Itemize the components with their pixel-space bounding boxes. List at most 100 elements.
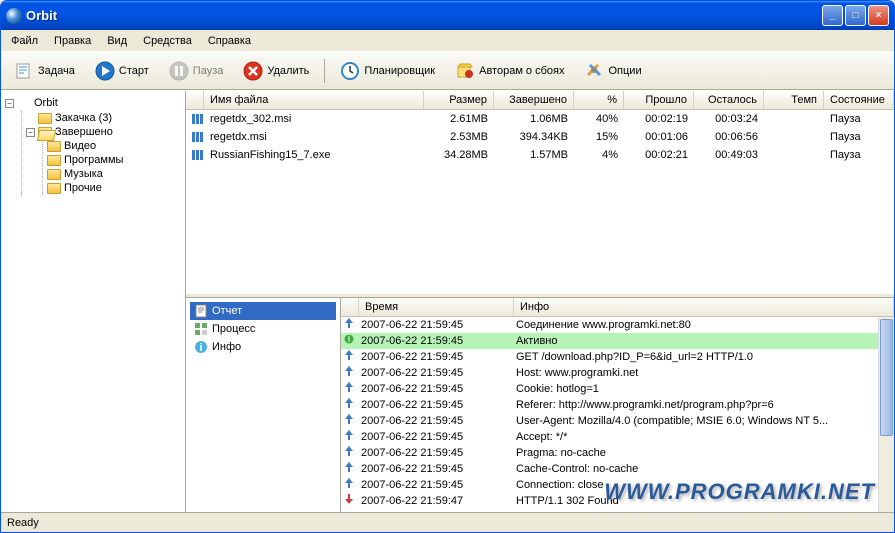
log-row[interactable]: 2007-06-22 21:59:45 GET /download.php?ID… bbox=[341, 349, 878, 365]
cell-filename: regetdx_302.msi bbox=[204, 112, 424, 126]
cell-time: 2007-06-22 21:59:45 bbox=[355, 430, 510, 444]
cell-size: 34.28MB bbox=[424, 148, 494, 162]
log-row[interactable]: 2007-06-22 21:59:45 Pragma: no-cache bbox=[341, 445, 878, 461]
log-row[interactable]: 2007-06-22 21:59:45 Cache-Control: no-ca… bbox=[341, 461, 878, 477]
menu-view[interactable]: Вид bbox=[99, 32, 135, 50]
cell-pct: 15% bbox=[574, 130, 624, 144]
collapse-icon[interactable]: − bbox=[26, 128, 35, 137]
downloads-table: Имя файла Размер Завершено % Прошло Оста… bbox=[186, 91, 894, 297]
folder-icon bbox=[47, 169, 61, 180]
tree-music[interactable]: Музыка bbox=[47, 167, 181, 181]
cell-done: 1.57MB bbox=[494, 148, 574, 162]
tab-report[interactable]: Отчет bbox=[190, 302, 336, 320]
ok-icon: i bbox=[341, 334, 355, 348]
cell-state: Пауза bbox=[824, 130, 894, 144]
tree-programs[interactable]: Программы bbox=[47, 153, 181, 167]
table-row[interactable]: regetdx_302.msi 2.61MB 1.06MB 40% 00:02:… bbox=[186, 110, 894, 128]
pause-file-icon bbox=[192, 131, 204, 143]
log-row[interactable]: 2007-06-22 21:59:45 Accept: */* bbox=[341, 429, 878, 445]
cell-time: 2007-06-22 21:59:45 bbox=[355, 414, 510, 428]
log-row[interactable]: i 2007-06-22 21:59:45 Активно bbox=[341, 333, 878, 349]
arrow-up-icon bbox=[341, 398, 355, 412]
menu-file[interactable]: Файл bbox=[3, 32, 46, 50]
col-size[interactable]: Размер bbox=[424, 91, 494, 109]
cell-time: 2007-06-22 21:59:45 bbox=[355, 366, 510, 380]
table-header: Имя файла Размер Завершено % Прошло Оста… bbox=[186, 91, 894, 110]
cell-done: 1.06MB bbox=[494, 112, 574, 126]
folder-icon bbox=[47, 183, 61, 194]
titlebar[interactable]: Orbit _ □ × bbox=[1, 1, 894, 30]
cell-info: Активно bbox=[510, 334, 878, 348]
cell-elapsed: 00:01:06 bbox=[624, 130, 694, 144]
col-state[interactable]: Состояние bbox=[824, 91, 894, 109]
col-time[interactable]: Время bbox=[359, 298, 514, 316]
menu-edit[interactable]: Правка bbox=[46, 32, 99, 50]
tree-other[interactable]: Прочие bbox=[47, 181, 181, 195]
table-row[interactable]: RussianFishing15_7.exe 34.28MB 1.57MB 4%… bbox=[186, 146, 894, 164]
menubar: Файл Правка Вид Средства Справка bbox=[1, 30, 894, 52]
tab-info[interactable]: iИнфо bbox=[190, 338, 336, 356]
scheduler-button[interactable]: Планировщик bbox=[331, 56, 444, 86]
scroll-thumb[interactable] bbox=[880, 319, 893, 436]
arrow-up-icon bbox=[341, 462, 355, 476]
start-button[interactable]: Старт bbox=[86, 56, 158, 86]
sidebar-tree[interactable]: −Orbit Закачка (3) −Завершено Видео Прог… bbox=[1, 91, 186, 512]
cell-info: Cookie: hotlog=1 bbox=[510, 382, 878, 396]
cell-info: Accept: */* bbox=[510, 430, 878, 444]
col-done[interactable]: Завершено bbox=[494, 91, 574, 109]
folder-open-icon bbox=[38, 127, 52, 138]
arrow-up-icon bbox=[341, 430, 355, 444]
tab-process[interactable]: Процесс bbox=[190, 320, 336, 338]
log-row[interactable]: 2007-06-22 21:59:45 Host: www.programki.… bbox=[341, 365, 878, 381]
cell-size: 2.61MB bbox=[424, 112, 494, 126]
app-window: Orbit _ □ × Файл Правка Вид Средства Спр… bbox=[0, 0, 895, 533]
orbit-icon bbox=[17, 96, 31, 110]
new-task-button[interactable]: Задача bbox=[5, 56, 84, 86]
log-row[interactable]: 2007-06-22 21:59:45 Cookie: hotlog=1 bbox=[341, 381, 878, 397]
log-row[interactable]: 2007-06-22 21:59:45 Соединение www.progr… bbox=[341, 317, 878, 333]
svg-text:i: i bbox=[348, 334, 350, 344]
minimize-button[interactable]: _ bbox=[822, 5, 843, 26]
cell-done: 394.34KB bbox=[494, 130, 574, 144]
cell-info: Referer: http://www.programki.net/progra… bbox=[510, 398, 878, 412]
bugreport-button[interactable]: Авторам о сбоях bbox=[446, 56, 573, 86]
cell-pct: 40% bbox=[574, 112, 624, 126]
tree-completed[interactable]: −Завершено bbox=[26, 125, 181, 139]
col-remain[interactable]: Осталось bbox=[694, 91, 764, 109]
cell-elapsed: 00:02:21 bbox=[624, 148, 694, 162]
delete-icon bbox=[243, 61, 263, 81]
col-info[interactable]: Инфо bbox=[514, 298, 894, 316]
arrow-down-icon bbox=[341, 494, 355, 508]
close-button[interactable]: × bbox=[868, 5, 889, 26]
col-elapsed[interactable]: Прошло bbox=[624, 91, 694, 109]
folder-icon bbox=[38, 113, 52, 124]
cell-info: Соединение www.programki.net:80 bbox=[510, 318, 878, 332]
log-row[interactable]: 2007-06-22 21:59:45 User-Agent: Mozilla/… bbox=[341, 413, 878, 429]
grid-icon bbox=[194, 322, 208, 336]
menu-tools[interactable]: Средства bbox=[135, 32, 200, 50]
cell-size: 2.53MB bbox=[424, 130, 494, 144]
delete-button[interactable]: Удалить bbox=[234, 56, 318, 86]
cell-filename: RussianFishing15_7.exe bbox=[204, 148, 424, 162]
tree-downloads[interactable]: Закачка (3) bbox=[26, 111, 181, 125]
tree-root[interactable]: −Orbit bbox=[5, 95, 181, 111]
col-speed[interactable]: Темп bbox=[764, 91, 824, 109]
table-row[interactable]: regetdx.msi 2.53MB 394.34KB 15% 00:01:06… bbox=[186, 128, 894, 146]
arrow-up-icon bbox=[341, 414, 355, 428]
tree-video[interactable]: Видео bbox=[47, 139, 181, 153]
scrollbar[interactable] bbox=[878, 317, 894, 512]
maximize-button[interactable]: □ bbox=[845, 5, 866, 26]
statusbar: Ready bbox=[1, 512, 894, 532]
collapse-icon[interactable]: − bbox=[5, 99, 14, 108]
cell-time: 2007-06-22 21:59:47 bbox=[355, 494, 510, 508]
col-filename[interactable]: Имя файла bbox=[204, 91, 424, 109]
log-row[interactable]: 2007-06-22 21:59:45 Referer: http://www.… bbox=[341, 397, 878, 413]
menu-help[interactable]: Справка bbox=[200, 32, 259, 50]
cell-time: 2007-06-22 21:59:45 bbox=[355, 318, 510, 332]
detail-tabs: Отчет Процесс iИнфо bbox=[186, 298, 341, 512]
cell-remain: 00:49:03 bbox=[694, 148, 764, 162]
options-button[interactable]: Опции bbox=[575, 56, 650, 86]
col-percent[interactable]: % bbox=[574, 91, 624, 109]
pause-button[interactable]: Пауза bbox=[160, 56, 233, 86]
cell-time: 2007-06-22 21:59:45 bbox=[355, 446, 510, 460]
